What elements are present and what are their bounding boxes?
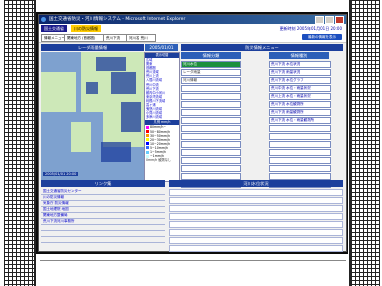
category-item[interactable]: 河川情報	[181, 77, 241, 84]
type-item[interactable]: 荒川下流 水位観測所	[269, 101, 331, 108]
category-item-empty	[181, 85, 241, 92]
type-item-empty	[269, 173, 331, 180]
category-list: 河川水位 レーダ雨量 河川情報	[181, 61, 241, 204]
refresh-button[interactable]: 最新の情報を表示	[302, 34, 342, 40]
area-select[interactable]: 関東地方 (首都圏)	[64, 34, 106, 42]
decorative-grid-right	[349, 0, 380, 286]
category-item-empty	[181, 133, 241, 140]
type-item-empty	[269, 157, 331, 164]
scale-swatch	[146, 154, 149, 158]
browser-titlebar: 国土交通省防災・河川情報システム - Microsoft Internet Ex…	[39, 15, 346, 24]
category-item-empty	[181, 149, 241, 156]
scale-swatch	[146, 150, 149, 154]
category-item-empty	[181, 141, 241, 148]
links-list: 国土交通省防災センター 川の防災情報 気象庁 防災情報 国土地理院 地図 関東地…	[41, 189, 165, 249]
radar-title: レーダ雨量情報	[41, 44, 144, 51]
category-item-empty	[181, 125, 241, 132]
type-item-empty	[269, 165, 331, 172]
category-item[interactable]: レーダ雨量	[181, 69, 241, 76]
category-item-empty	[181, 109, 241, 116]
category-item-empty	[181, 157, 241, 164]
type-item[interactable]: 荒川下流 水位状況	[269, 61, 331, 68]
rain-cell-4	[86, 82, 98, 94]
info-select-title: 防災情報メニュー	[181, 44, 343, 51]
category-item-empty	[181, 173, 241, 180]
water-level-row	[169, 189, 343, 196]
link-item-empty: .	[41, 237, 165, 243]
radar-time-title: 2005/01/01 20:00	[145, 44, 178, 57]
close-button[interactable]	[335, 16, 344, 24]
site-logo[interactable]: 国土交通省	[41, 25, 67, 32]
bottom-divider	[40, 260, 346, 265]
links-title: リンク集	[41, 180, 165, 187]
section-tag[interactable]: 川の防災情報	[71, 25, 101, 32]
category-item-empty	[181, 93, 241, 100]
browser-title: 国土交通省防災・河川情報システム - Microsoft Internet Ex…	[49, 17, 186, 22]
update-time: 更新時刻 2005年01月01日 20:00	[279, 26, 342, 31]
scale-swatch	[146, 130, 149, 134]
rain-cell-3	[121, 102, 141, 132]
type-item[interactable]: 荒川下流 雨量状況	[269, 69, 331, 76]
type-item-empty	[269, 133, 331, 140]
type-item[interactable]: 荒川下流 水位・雨量観測所	[269, 117, 331, 124]
water-level-row	[169, 197, 343, 204]
select-toolbar: 情報メニュー 関東地方 (首都圏) 荒川下流 河川名 荒川 最新の情報を表示	[39, 33, 346, 43]
scale-swatch	[146, 125, 149, 129]
type-item[interactable]: 荒川上流 水位・雨量状況	[269, 93, 331, 100]
type-item[interactable]: 荒川下流 水位グラフ	[269, 77, 331, 84]
minimize-button[interactable]	[315, 16, 324, 24]
type-column-header: 情報種別	[269, 52, 329, 59]
legend-item[interactable]: 多摩川流域	[145, 115, 179, 119]
water-level-row	[169, 213, 343, 220]
river-select[interactable]: 河川名 荒川	[126, 34, 156, 42]
type-item-empty	[269, 149, 331, 156]
type-list: 荒川下流 水位状況 荒川下流 雨量状況 荒川下流 水位グラフ 荒川中流 水位・雨…	[269, 61, 331, 204]
type-item[interactable]: 荒川中流 水位・雨量状況	[269, 85, 331, 92]
rain-cell-2	[111, 72, 136, 94]
category-item[interactable]: 河川水位	[181, 61, 241, 68]
map-timestamp: 2005/01/01 20:00	[43, 172, 79, 176]
water-level-row	[169, 205, 343, 212]
category-item-empty	[181, 165, 241, 172]
radar-legend: 表示切替 広域 関東 首都圏 荒川流域 荒川上流 入間川流域 荒川中流 荒川下流…	[144, 52, 180, 182]
ie-icon	[41, 17, 46, 22]
site-header: 国土交通省 川の防災情報 更新時刻 2005年01月01日 20:00	[39, 24, 346, 33]
scale-swatch	[146, 138, 149, 142]
window-controls	[315, 16, 344, 24]
type-item-empty	[269, 141, 331, 148]
radar-map[interactable]: 2005/01/01 20:00	[41, 52, 144, 180]
type-item[interactable]: 荒川下流 雨量観測所	[269, 109, 331, 116]
rain-cell-1	[96, 57, 126, 71]
water-level-row	[169, 221, 343, 228]
scale-swatch	[146, 134, 149, 138]
category-item-empty	[181, 117, 241, 124]
type-item-empty	[269, 125, 331, 132]
decorative-grid-left	[4, 0, 36, 286]
category-item-empty	[181, 101, 241, 108]
category-column-header: 情報分類	[181, 52, 241, 59]
water-level-table	[169, 189, 343, 252]
water-level-title: 河川水位状況	[169, 180, 343, 187]
map-land-west	[41, 72, 76, 112]
water-level-row	[169, 245, 343, 252]
scale-swatch	[146, 146, 149, 150]
water-level-row	[169, 229, 343, 236]
browser-window: 国土交通省防災・河川情報システム - Microsoft Internet Ex…	[38, 14, 347, 252]
map-land-peninsula	[71, 122, 91, 152]
maximize-button[interactable]	[325, 16, 334, 24]
scale-footer: 0mm/h 観測なし	[146, 158, 172, 163]
scale-swatch	[146, 142, 149, 146]
rain-cell-5	[101, 142, 131, 162]
water-level-row	[169, 237, 343, 244]
